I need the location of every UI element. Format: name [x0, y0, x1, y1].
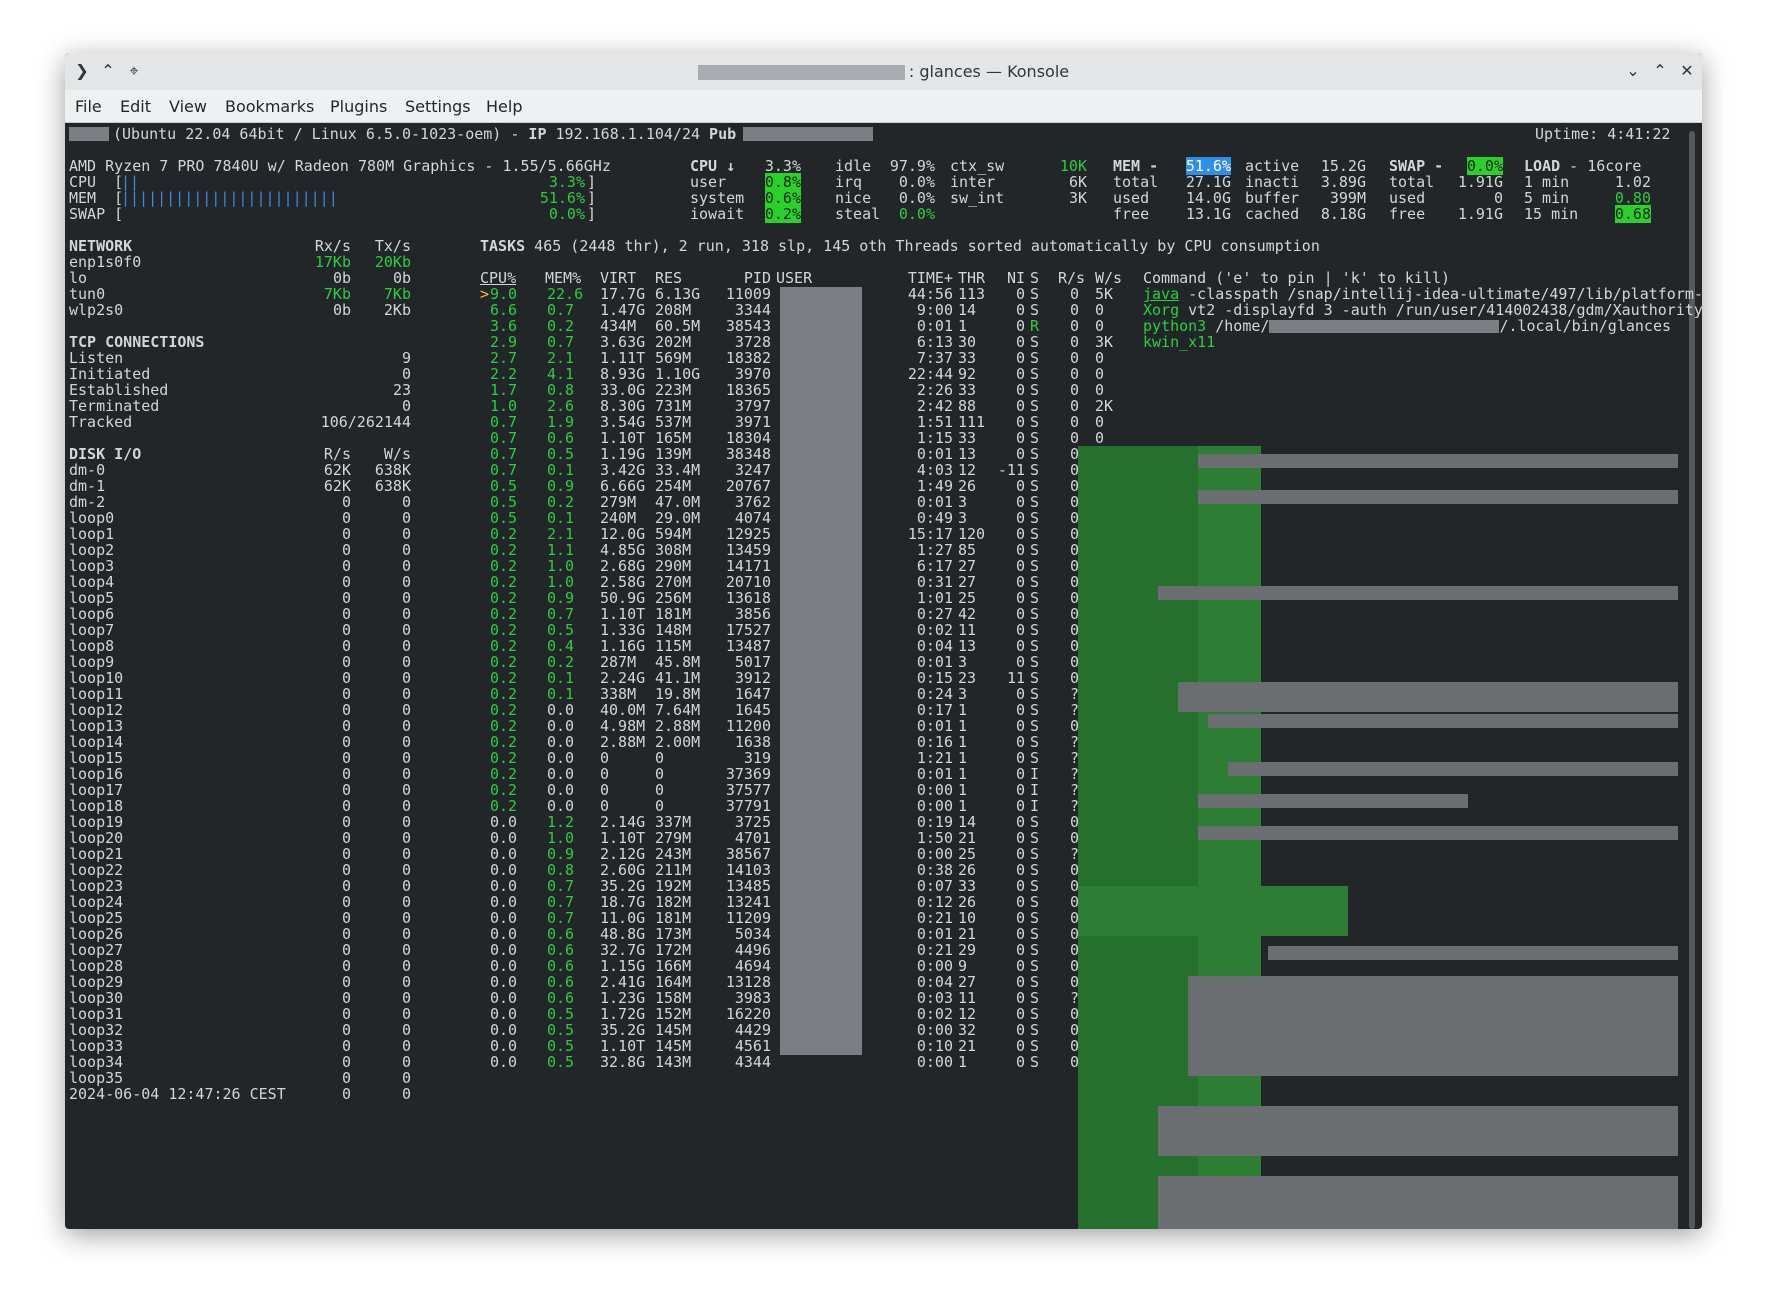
- minimize-icon[interactable]: ⌄: [1622, 60, 1644, 82]
- menu-bar: File Edit View Bookmarks Plugins Setting…: [65, 90, 1702, 123]
- menu-plugins[interactable]: Plugins: [330, 97, 387, 116]
- network-tx: 2Kb: [383, 301, 411, 319]
- redacted-public-ip: [743, 127, 873, 141]
- proc-cpu: 0.0: [490, 1053, 518, 1071]
- disk-read: 0: [341, 1085, 351, 1103]
- menu-edit[interactable]: Edit: [120, 97, 151, 116]
- cpu-value3: 3K: [1068, 189, 1087, 207]
- proc-thr: 1: [958, 1053, 968, 1071]
- uptime: Uptime: 4:41:22: [1535, 125, 1671, 143]
- konsole-window: ❯ ⌃ ⌖ : glances — Konsole ⌄ ⌃ ✕ File Edi…: [65, 53, 1702, 1229]
- network-rx: 0b: [332, 301, 351, 319]
- disk-write: 0: [401, 1085, 411, 1103]
- proc-rs: 0: [1069, 1053, 1079, 1071]
- proc-time: 0:00: [916, 1053, 953, 1071]
- mem-cached-value: 8.18G: [1320, 205, 1366, 223]
- load-value: 0.68: [1614, 205, 1651, 223]
- quicklook-bar: ||||||||||||||||||||||||: [121, 189, 338, 207]
- quicklook-bracket: ]: [587, 205, 597, 223]
- terminal-area[interactable]: (Ubuntu 22.04 64bit / Linux 6.5.0-1023-o…: [65, 123, 1702, 1229]
- menu-file[interactable]: File: [75, 97, 102, 116]
- proc-pid: 4344: [734, 1053, 771, 1071]
- cmd-python3: python3 /home//.local/bin/glances: [1143, 317, 1672, 335]
- proc-virt: 32.8G: [600, 1053, 646, 1071]
- mem-cached-label: cached: [1245, 205, 1300, 223]
- proc-res: 143M: [655, 1053, 692, 1071]
- title-bar: ❯ ⌃ ⌖ : glances — Konsole ⌄ ⌃ ✕: [65, 53, 1702, 90]
- cpu-steal-value: 0.0%: [898, 205, 935, 223]
- quicklook-value: 0.0%: [548, 205, 585, 223]
- maximize-icon[interactable]: ⌃: [1649, 60, 1671, 82]
- proc-mem: 0.5: [547, 1053, 575, 1071]
- cmd-kwin: kwin_x11: [1143, 333, 1216, 351]
- proc-ni: 0: [1015, 1053, 1025, 1071]
- load-key: 15 min: [1524, 205, 1579, 223]
- proc-state: S: [1030, 1053, 1040, 1071]
- tasks-summary: TASKS 465 (2448 thr), 2 run, 318 slp, 14…: [480, 237, 1320, 255]
- system-info-line: (Ubuntu 22.04 64bit / Linux 6.5.0-1023-o…: [113, 125, 737, 143]
- redacted-home-path: [1269, 320, 1500, 333]
- redacted-commands-area: [1078, 446, 1678, 1229]
- tcp-key: Tracked: [69, 413, 133, 431]
- menu-view[interactable]: View: [169, 97, 207, 116]
- swap-value: 1.91G: [1457, 205, 1503, 223]
- tcp-value: 106/262144: [320, 413, 411, 431]
- menu-help[interactable]: Help: [486, 97, 522, 116]
- swap-key: free: [1389, 205, 1426, 223]
- quicklook-label: SWAP [: [69, 205, 124, 223]
- redacted-title-text: [697, 65, 905, 80]
- window-title: : glances — Konsole: [65, 62, 1702, 81]
- disk-name: 2024-06-04 12:47:26 CEST: [69, 1085, 286, 1103]
- close-icon[interactable]: ✕: [1676, 60, 1698, 82]
- col-user[interactable]: USER: [776, 269, 812, 287]
- cpu-value: 0.2%: [764, 205, 801, 223]
- redacted-user-column: [780, 287, 862, 1055]
- cpu-key3: sw_int: [950, 189, 1005, 207]
- cpu-max-marker: >: [480, 285, 490, 303]
- network-interface: wlp2s0: [69, 301, 124, 319]
- menu-bookmarks[interactable]: Bookmarks: [225, 97, 314, 116]
- cpu-key: iowait: [690, 205, 745, 223]
- menu-settings[interactable]: Settings: [405, 97, 471, 116]
- mem-value: 13.1G: [1185, 205, 1231, 223]
- mem-key: free: [1113, 205, 1150, 223]
- redacted-hostname: [69, 127, 109, 141]
